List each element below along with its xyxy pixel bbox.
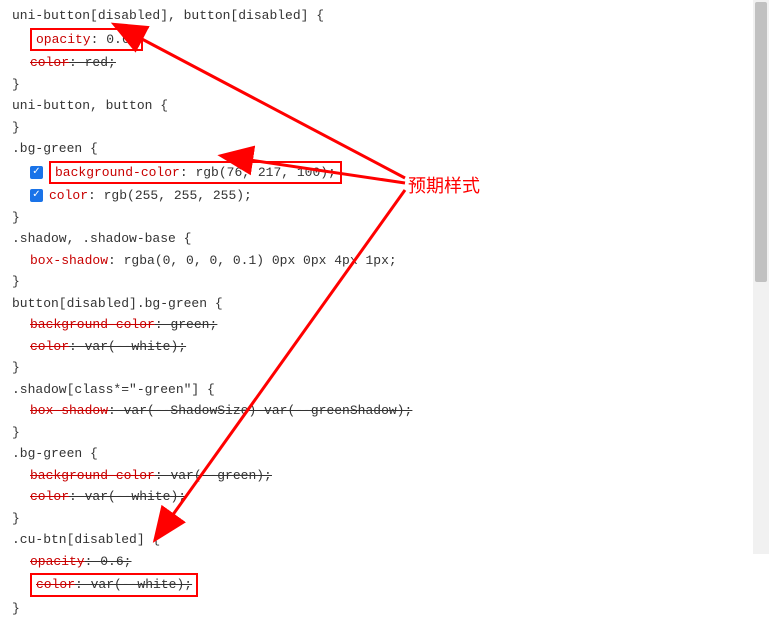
css-declaration[interactable]: color: var(--white);	[12, 487, 767, 507]
css-close-brace: }	[12, 423, 767, 443]
css-declaration[interactable]: color: var(--white);	[12, 337, 767, 357]
css-property[interactable]: color	[36, 577, 75, 592]
css-property[interactable]: color	[49, 188, 88, 203]
css-close-brace: }	[12, 75, 767, 95]
css-rule: .bg-green {background-color: var(--green…	[12, 444, 767, 528]
css-declaration[interactable]: opacity: 0.6;	[12, 28, 767, 52]
css-value[interactable]: var(--ShadowSize) var(--greenShadow);	[124, 403, 413, 418]
css-property[interactable]: color	[30, 55, 69, 70]
declaration-checkbox[interactable]: ✓	[30, 189, 43, 202]
annotation-label: 预期样式	[408, 172, 480, 198]
css-declaration[interactable]: ✓ background-color: rgb(76, 217, 100);	[12, 161, 767, 185]
css-close-brace: }	[12, 118, 767, 138]
css-rule: .shadow, .shadow-base {box-shadow: rgba(…	[12, 229, 767, 292]
css-value[interactable]: 0.6;	[106, 32, 137, 47]
css-value[interactable]: green;	[170, 317, 217, 332]
css-rule: .shadow[class*="-green"] {box-shadow: va…	[12, 380, 767, 443]
css-selector[interactable]: .bg-green {	[12, 139, 767, 159]
css-declaration[interactable]: background-color: green;	[12, 315, 767, 335]
css-close-brace: }	[12, 599, 767, 619]
css-selector[interactable]: .shadow, .shadow-base {	[12, 229, 767, 249]
css-selector[interactable]: .shadow[class*="-green"] {	[12, 380, 767, 400]
css-selector[interactable]: button[disabled].bg-green {	[12, 294, 767, 314]
declaration-checkbox[interactable]: ✓	[30, 166, 43, 179]
css-declaration[interactable]: color: var(--white);	[12, 573, 767, 597]
css-property[interactable]: color	[30, 339, 69, 354]
css-value[interactable]: 0.6;	[100, 554, 131, 569]
css-value[interactable]: rgb(255, 255, 255);	[104, 188, 252, 203]
css-rule: .bg-green { ✓ background-color: rgb(76, 21…	[12, 139, 767, 227]
highlighted-declaration: color: var(--white);	[30, 573, 198, 597]
css-selector[interactable]: uni-button, button {	[12, 96, 767, 116]
vertical-scrollbar[interactable]	[753, 0, 769, 554]
css-selector[interactable]: uni-button[disabled], button[disabled] {	[12, 6, 767, 26]
css-property[interactable]: box-shadow	[30, 253, 108, 268]
css-rule: uni-button[disabled], button[disabled] {…	[12, 6, 767, 94]
css-value[interactable]: var(--white);	[85, 339, 186, 354]
css-value[interactable]: red;	[85, 55, 116, 70]
css-property[interactable]: color	[30, 489, 69, 504]
styles-panel: uni-button[disabled], button[disabled] {…	[0, 0, 769, 624]
css-selector[interactable]: .bg-green {	[12, 444, 767, 464]
css-property[interactable]: background-color	[55, 165, 180, 180]
css-selector[interactable]: .cu-btn[disabled] {	[12, 530, 767, 550]
css-property[interactable]: background-color	[30, 317, 155, 332]
css-declaration[interactable]: color: red;	[12, 53, 767, 73]
css-declaration[interactable]: opacity: 0.6;	[12, 552, 767, 572]
css-close-brace: }	[12, 208, 767, 228]
css-close-brace: }	[12, 358, 767, 378]
highlighted-declaration: background-color: rgb(76, 217, 100);	[49, 161, 342, 185]
css-declaration[interactable]: box-shadow: var(--ShadowSize) var(--gree…	[12, 401, 767, 421]
css-value[interactable]: var(--white);	[91, 577, 192, 592]
css-close-brace: }	[12, 509, 767, 529]
css-rule: uni-button, button {}	[12, 96, 767, 137]
css-value[interactable]: var(--green);	[170, 468, 271, 483]
css-property[interactable]: opacity	[30, 554, 85, 569]
css-property[interactable]: box-shadow	[30, 403, 108, 418]
css-property[interactable]: opacity	[36, 32, 91, 47]
css-value[interactable]: rgb(76, 217, 100);	[195, 165, 335, 180]
css-rule: button[disabled].bg-green {background-co…	[12, 294, 767, 378]
highlighted-declaration: opacity: 0.6;	[30, 28, 143, 52]
css-close-brace: }	[12, 272, 767, 292]
css-declaration[interactable]: background-color: var(--green);	[12, 466, 767, 486]
css-declaration[interactable]: ✓color: rgb(255, 255, 255);	[12, 186, 767, 206]
css-property[interactable]: background-color	[30, 468, 155, 483]
css-value[interactable]: rgba(0, 0, 0, 0.1) 0px 0px 4px 1px;	[124, 253, 397, 268]
css-rule: .cu-btn[disabled] {opacity: 0.6;color: v…	[12, 530, 767, 618]
css-value[interactable]: var(--white);	[85, 489, 186, 504]
scrollbar-thumb[interactable]	[755, 2, 767, 282]
css-declaration[interactable]: box-shadow: rgba(0, 0, 0, 0.1) 0px 0px 4…	[12, 251, 767, 271]
